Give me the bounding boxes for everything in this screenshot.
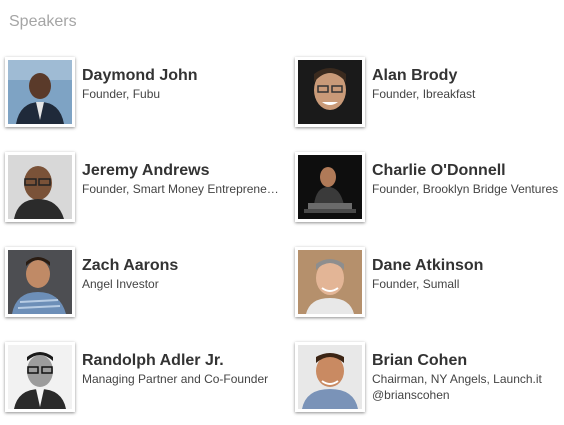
speaker-name[interactable]: Daymond John xyxy=(82,66,282,86)
speaker-card[interactable]: Dane Atkinson Founder, Sumall xyxy=(295,247,564,317)
speaker-photo[interactable] xyxy=(5,247,75,317)
speaker-card[interactable]: Zach Aarons Angel Investor xyxy=(5,247,275,317)
speaker-title: Chairman, NY Angels, Launch.it xyxy=(372,372,542,386)
speaker-photo[interactable] xyxy=(295,342,365,412)
speaker-title: Founder, Smart Money Entrepreneurs xyxy=(82,182,282,196)
speaker-card[interactable]: Randolph Adler Jr. Managing Partner and … xyxy=(5,342,275,412)
speaker-title: Managing Partner and Co-Founder xyxy=(82,372,269,386)
speaker-card[interactable]: Jeremy Andrews Founder, Smart Money Entr… xyxy=(5,152,282,222)
speaker-photo[interactable] xyxy=(5,342,75,412)
speaker-name[interactable]: Charlie O'Donnell xyxy=(372,161,564,181)
speaker-card[interactable]: Daymond John Founder, Fubu xyxy=(5,57,275,127)
speaker-card[interactable]: Alan Brody Founder, Ibreakfast xyxy=(295,57,564,127)
speaker-name[interactable]: Jeremy Andrews xyxy=(82,161,282,181)
speaker-photo[interactable] xyxy=(295,247,365,317)
speaker-name[interactable]: Dane Atkinson xyxy=(372,256,564,276)
speaker-title: Angel Investor xyxy=(82,277,159,291)
speaker-photo[interactable] xyxy=(295,57,365,127)
speaker-title: Founder, Ibreakfast xyxy=(372,87,476,101)
speaker-name[interactable]: Alan Brody xyxy=(372,66,564,86)
speaker-photo[interactable] xyxy=(5,57,75,127)
speaker-name[interactable]: Randolph Adler Jr. xyxy=(82,351,282,371)
speaker-name[interactable]: Brian Cohen xyxy=(372,351,564,371)
speaker-title: Founder, Brooklyn Bridge Ventures xyxy=(372,182,559,196)
speaker-card[interactable]: Brian Cohen Chairman, NY Angels, Launch.… xyxy=(295,342,564,412)
speaker-photo[interactable] xyxy=(295,152,365,222)
speaker-title: Founder, Sumall xyxy=(372,277,460,291)
speaker-name[interactable]: Zach Aarons xyxy=(82,256,282,276)
section-title: Speakers xyxy=(9,13,77,30)
speaker-card[interactable]: Charlie O'Donnell Founder, Brooklyn Brid… xyxy=(295,152,564,222)
speaker-photo[interactable] xyxy=(5,152,75,222)
speaker-title: Founder, Fubu xyxy=(82,87,161,101)
twitter-handle[interactable]: @brianscohen xyxy=(372,387,564,403)
